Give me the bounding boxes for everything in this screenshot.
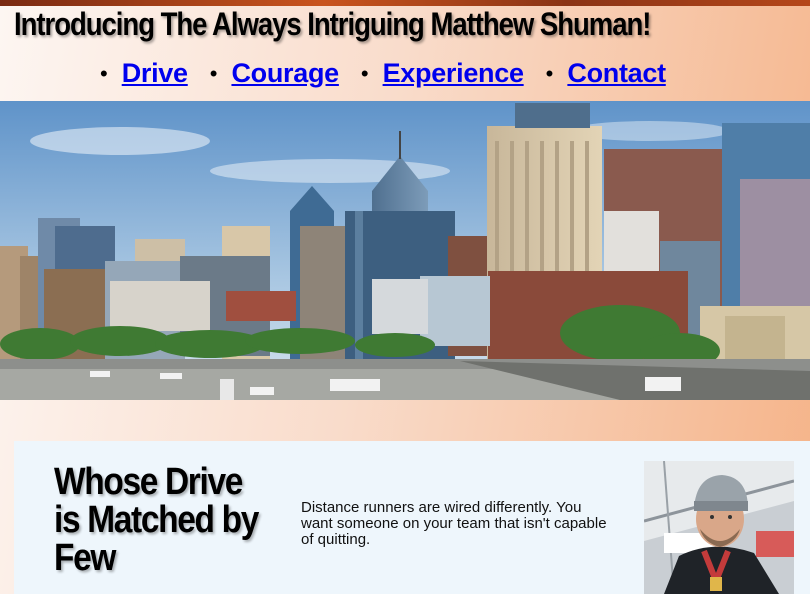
bullet-icon: •	[360, 60, 369, 86]
nav-item-drive: • Drive	[100, 58, 188, 89]
feature-heading: Whose Drive is Matched by Few	[54, 461, 259, 579]
main-nav: • Drive • Courage • Experience • Contact	[100, 58, 688, 89]
nav-item-courage: • Courage	[210, 58, 339, 89]
feature-card: Whose Drive is Matched by Few Distance r…	[14, 441, 810, 594]
bullet-icon: •	[545, 60, 554, 86]
nav-link-experience[interactable]: Experience	[383, 58, 524, 89]
feature-body-text: Distance runners are wired differently. …	[301, 499, 607, 548]
hero-skyline-image	[0, 101, 810, 400]
nav-link-contact[interactable]: Contact	[567, 58, 666, 89]
page-title: Introducing The Always Intriguing Matthe…	[14, 6, 651, 42]
nav-item-experience: • Experience	[361, 58, 524, 89]
nav-link-courage[interactable]: Courage	[231, 58, 339, 89]
profile-photo	[644, 461, 794, 594]
nav-link-drive[interactable]: Drive	[122, 58, 188, 89]
nav-item-contact: • Contact	[546, 58, 666, 89]
bullet-icon: •	[209, 60, 218, 86]
bullet-icon: •	[100, 60, 108, 86]
